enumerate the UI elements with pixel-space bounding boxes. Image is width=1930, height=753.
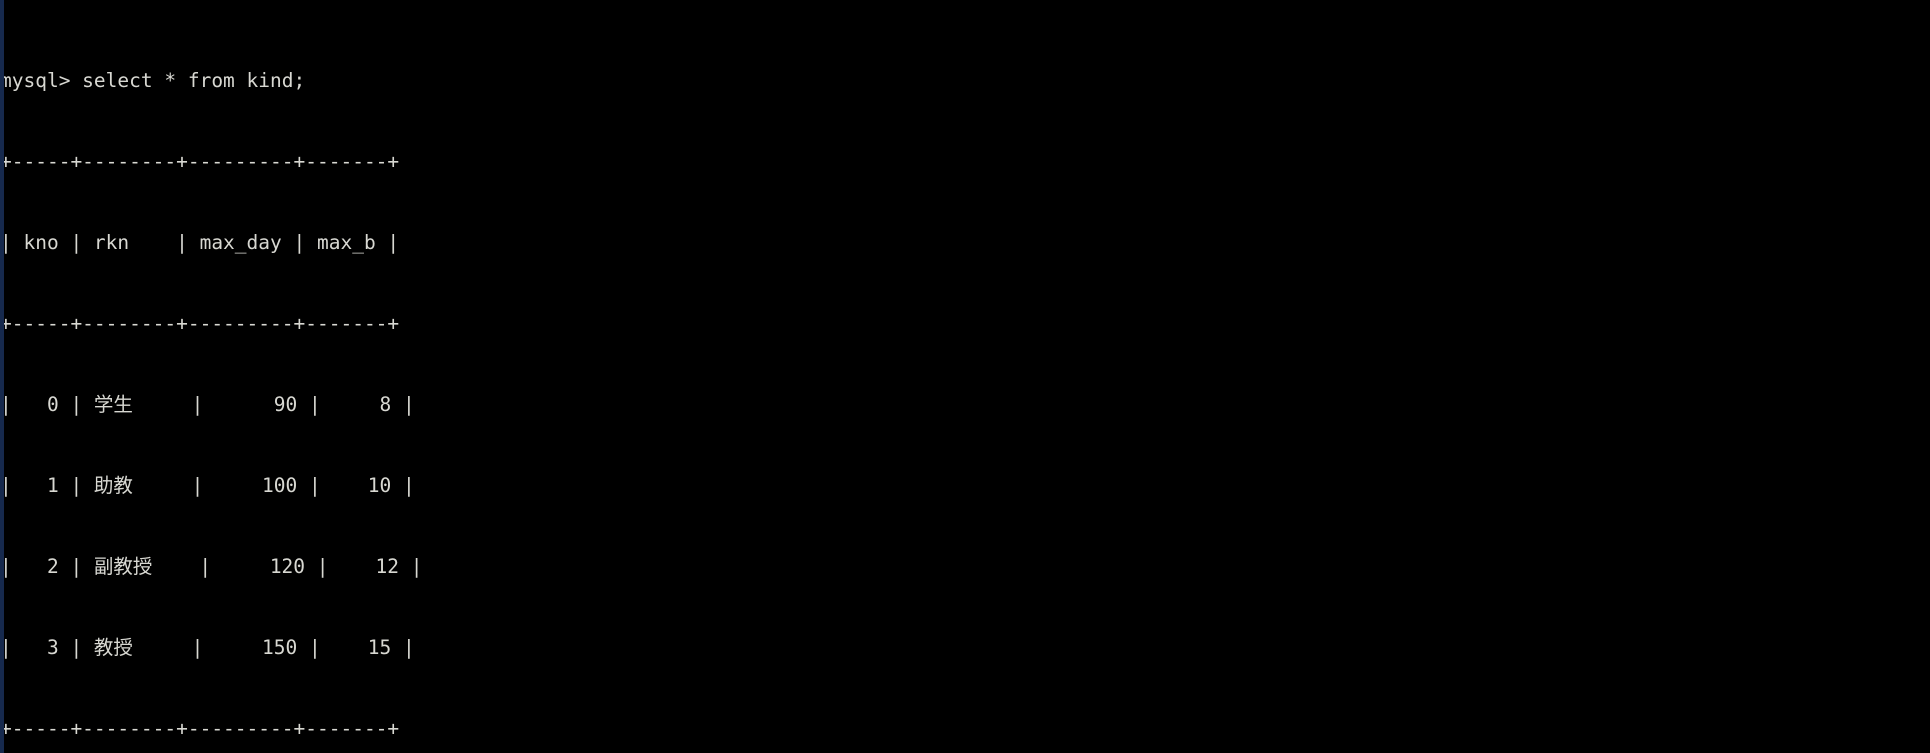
console-line: | 1 | 助教 | 100 | 10 | bbox=[0, 474, 415, 497]
console-line: +-----+--------+---------+-------+ bbox=[0, 150, 400, 173]
terminal-window[interactable]: mysql> select * from kind; +-----+------… bbox=[0, 0, 1930, 753]
console-output-buffer[interactable]: mysql> select * from kind; +-----+------… bbox=[0, 13, 1930, 753]
console-line: | 0 | 学生 | 90 | 8 | bbox=[0, 393, 415, 416]
console-line: +-----+--------+---------+-------+ bbox=[0, 312, 400, 335]
console-line: | kno | rkn | max_day | max_b | bbox=[0, 231, 400, 254]
console-line: +-----+--------+---------+-------+ bbox=[0, 717, 400, 740]
console-line: mysql> select * from kind; bbox=[0, 69, 306, 92]
window-left-edge-strip bbox=[0, 0, 4, 753]
console-line: | 2 | 副教授 | 120 | 12 | bbox=[0, 555, 423, 578]
console-line: | 3 | 教授 | 150 | 15 | bbox=[0, 636, 415, 659]
